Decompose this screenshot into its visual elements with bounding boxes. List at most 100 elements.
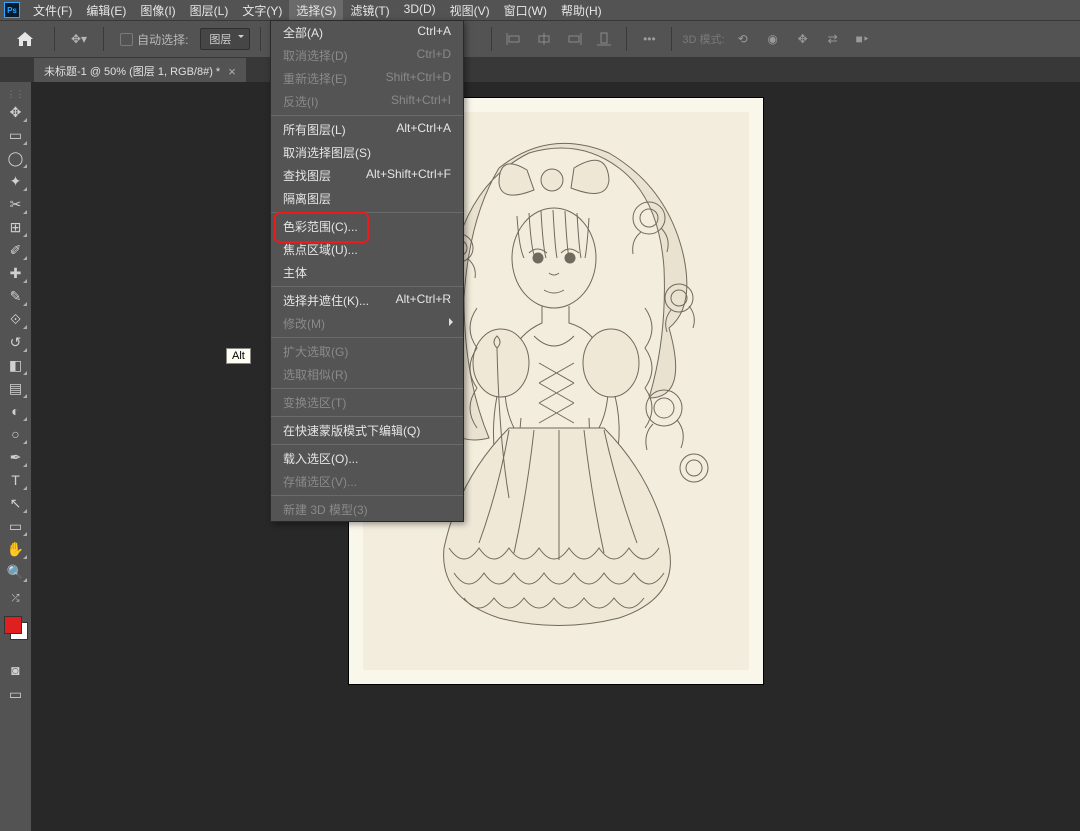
alt-key-tooltip: Alt: [226, 348, 251, 364]
3d-orbit-icon[interactable]: ⟲: [731, 27, 755, 51]
menu-item-2: 重新选择(E) Shift+Ctrl+D: [271, 67, 463, 90]
menu-item-shortcut: Alt+Ctrl+R: [396, 292, 451, 309]
menu-文件[interactable]: 文件(F): [26, 0, 79, 21]
swap-colors-icon[interactable]: ⤮: [4, 591, 28, 605]
close-tab-icon[interactable]: ×: [228, 64, 236, 79]
menu-图层[interactable]: 图层(L): [183, 0, 236, 21]
align-bottom-icon[interactable]: [592, 27, 616, 51]
lasso-tool[interactable]: ◯: [4, 147, 28, 169]
healing-tool[interactable]: ✚: [4, 262, 28, 284]
menu-item-5[interactable]: 所有图层(L)Alt+Ctrl+A: [271, 118, 463, 141]
rectangle-tool[interactable]: ▭: [4, 515, 28, 537]
menu-item-label: 查找图层: [283, 167, 331, 184]
menu-item-14[interactable]: 选择并遮住(K)...Alt+Ctrl+R: [271, 289, 463, 312]
menu-item-15: 修改(M): [271, 312, 463, 335]
app-logo: Ps: [4, 2, 20, 18]
menu-item-shortcut: Alt+Shift+Ctrl+F: [366, 167, 451, 184]
menu-滤镜[interactable]: 滤镜(T): [343, 0, 396, 21]
brush-tool[interactable]: ✎: [4, 285, 28, 307]
menu-item-label: 存储选区(V)...: [283, 473, 357, 490]
quickmask-toggle[interactable]: ◙: [4, 659, 28, 681]
hand-tool[interactable]: ✋: [4, 538, 28, 560]
menu-separator: [271, 416, 463, 417]
more-icon[interactable]: •••: [637, 27, 661, 51]
menu-文字[interactable]: 文字(Y): [235, 0, 289, 21]
screenmode-toggle[interactable]: ▭: [4, 683, 28, 705]
menu-item-12[interactable]: 主体: [271, 261, 463, 284]
move-tool[interactable]: ✥: [4, 101, 28, 123]
menu-item-8[interactable]: 隔离图层: [271, 187, 463, 210]
menu-窗口[interactable]: 窗口(W): [497, 0, 554, 21]
menu-item-22[interactable]: 在快速蒙版模式下编辑(Q): [271, 419, 463, 442]
menu-item-shortcut: Ctrl+A: [417, 24, 451, 41]
menu-item-label: 主体: [283, 264, 307, 281]
layer-dropdown[interactable]: 图层: [200, 28, 250, 50]
menu-item-label: 反选(I): [283, 93, 318, 110]
quick-select-tool[interactable]: ✦: [4, 170, 28, 192]
menu-3d[interactable]: 3D(D): [397, 0, 443, 21]
menu-item-label: 重新选择(E): [283, 70, 347, 87]
align-center-h-icon[interactable]: [532, 27, 556, 51]
toolbox-handle[interactable]: ⋮⋮: [4, 89, 28, 99]
history-brush-tool[interactable]: ↺: [4, 331, 28, 353]
menu-视图[interactable]: 视图(V): [443, 0, 497, 21]
document-tabstrip: 未标题-1 @ 50% (图层 1, RGB/8#) * ×: [0, 58, 1080, 84]
options-bar: ✥▾ 自动选择: 图层 ••• 3D 模式: ⟲ ◉ ✥ ⇄ ■‣: [0, 20, 1080, 58]
menu-帮助[interactable]: 帮助(H): [554, 0, 609, 21]
menu-item-1: 取消选择(D) Ctrl+D: [271, 44, 463, 67]
3d-pan-icon[interactable]: ✥: [791, 27, 815, 51]
crop-tool[interactable]: ✂: [4, 193, 28, 215]
move-tool-icon[interactable]: ✥▾: [65, 29, 93, 49]
align-right-icon[interactable]: [562, 27, 586, 51]
canvas-area[interactable]: [31, 82, 1080, 831]
menu-item-7[interactable]: 查找图层 Alt+Shift+Ctrl+F: [271, 164, 463, 187]
menu-item-10[interactable]: 色彩范围(C)...: [271, 215, 463, 238]
menu-item-6[interactable]: 取消选择图层(S): [271, 141, 463, 164]
align-left-icon[interactable]: [502, 27, 526, 51]
menu-item-11[interactable]: 焦点区域(U)...: [271, 238, 463, 261]
menu-separator: [271, 444, 463, 445]
document-tab[interactable]: 未标题-1 @ 50% (图层 1, RGB/8#) * ×: [34, 58, 246, 84]
frame-tool[interactable]: ⊞: [4, 216, 28, 238]
foreground-color-swatch[interactable]: [4, 616, 22, 634]
menu-item-label: 色彩范围(C)...: [283, 218, 358, 235]
menu-选择[interactable]: 选择(S): [289, 0, 343, 21]
blur-tool[interactable]: ◐: [4, 400, 28, 422]
menu-item-24[interactable]: 载入选区(O)...: [271, 447, 463, 470]
menu-item-label: 焦点区域(U)...: [283, 241, 358, 258]
auto-select-toggle[interactable]: 自动选择:: [114, 28, 194, 51]
menu-item-shortcut: Ctrl+D: [417, 47, 451, 64]
menu-item-label: 在快速蒙版模式下编辑(Q): [283, 422, 420, 439]
separator: [491, 27, 492, 51]
menu-item-label: 全部(A): [283, 24, 323, 41]
toolbox: ⋮⋮ ✥▭◯✦✂⊞✐✚✎⟐↺◧▤◐○✒T↖▭✋🔍 ⤮ ◙ ▭: [0, 82, 32, 831]
pen-tool[interactable]: ✒: [4, 446, 28, 468]
3d-slide-icon[interactable]: ⇄: [821, 27, 845, 51]
home-icon[interactable]: [14, 28, 36, 50]
3d-roll-icon[interactable]: ◉: [761, 27, 785, 51]
menu-separator: [271, 286, 463, 287]
type-tool[interactable]: T: [4, 469, 28, 491]
separator: [260, 27, 261, 51]
marquee-tool[interactable]: ▭: [4, 124, 28, 146]
menu-item-label: 隔离图层: [283, 190, 331, 207]
zoom-tool[interactable]: 🔍: [4, 561, 28, 583]
separator: [626, 27, 627, 51]
dodge-tool[interactable]: ○: [4, 423, 28, 445]
color-swatch[interactable]: [4, 616, 28, 640]
eraser-tool[interactable]: ◧: [4, 354, 28, 376]
menu-item-shortcut: Shift+Ctrl+D: [386, 70, 451, 87]
stamp-tool[interactable]: ⟐: [4, 308, 28, 330]
eyedropper-tool[interactable]: ✐: [4, 239, 28, 261]
menu-item-label: 取消选择(D): [283, 47, 348, 64]
menu-item-27: 新建 3D 模型(3): [271, 498, 463, 521]
menu-编辑[interactable]: 编辑(E): [79, 0, 133, 21]
menu-item-label: 新建 3D 模型(3): [283, 501, 368, 518]
select-menu-dropdown: 全部(A) Ctrl+A 取消选择(D) Ctrl+D 重新选择(E) Shift+Ctr…: [270, 20, 464, 522]
path-select-tool[interactable]: ↖: [4, 492, 28, 514]
menu-item-0[interactable]: 全部(A) Ctrl+A: [271, 21, 463, 44]
gradient-tool[interactable]: ▤: [4, 377, 28, 399]
3d-camera-icon[interactable]: ■‣: [851, 27, 875, 51]
menu-图像[interactable]: 图像(I): [133, 0, 182, 21]
checkbox-icon: [120, 33, 133, 46]
